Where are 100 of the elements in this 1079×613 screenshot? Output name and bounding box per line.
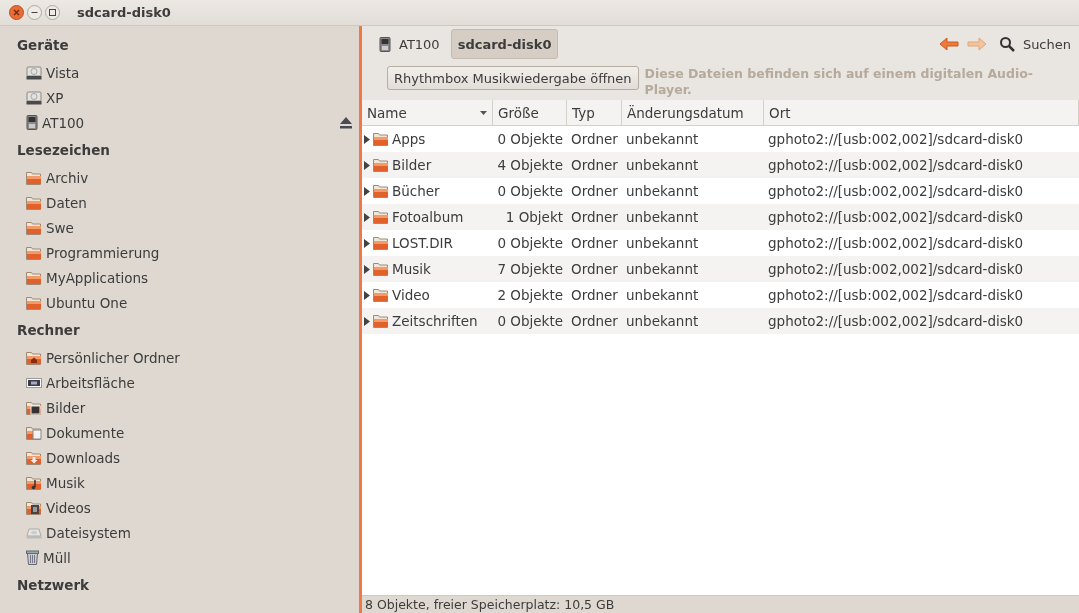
sidebar-item[interactable]: Ubuntu One xyxy=(0,290,359,315)
table-cell: unbekannt xyxy=(626,183,699,199)
table-cell: unbekannt xyxy=(626,261,699,277)
table-cell: gphoto2://[usb:002,002]/sdcard-disk0 xyxy=(768,287,1024,303)
sidebar-item[interactable]: Vista xyxy=(0,60,359,85)
sidebar-item[interactable]: XP xyxy=(0,85,359,110)
table-cell: 0 Objekte xyxy=(497,131,563,147)
music-folder-icon xyxy=(26,475,42,490)
table-cell: Bücher xyxy=(392,183,440,199)
table-cell: unbekannt xyxy=(626,157,699,173)
sidebar-item[interactable]: Archiv xyxy=(0,165,359,190)
sidebar-item[interactable]: Videos xyxy=(0,495,359,520)
expander-icon[interactable] xyxy=(364,212,370,222)
table-cell: Ordner xyxy=(571,235,618,251)
table-cell: gphoto2://[usb:002,002]/sdcard-disk0 xyxy=(768,235,1024,251)
table-cell: Ordner xyxy=(571,261,618,277)
folder-icon xyxy=(373,184,389,198)
desktop-icon xyxy=(26,376,42,389)
table-cell: Apps xyxy=(392,131,426,147)
table-cell: 0 Objekte xyxy=(497,183,563,199)
table-cell: gphoto2://[usb:002,002]/sdcard-disk0 xyxy=(768,157,1024,173)
videos-folder-icon xyxy=(26,500,42,515)
search-icon xyxy=(998,36,1015,52)
table-cell: LOST.DIR xyxy=(392,235,453,251)
table-cell: Zeitschriften xyxy=(392,313,478,329)
sidebar-heading: Geräte xyxy=(17,37,69,53)
table-cell: unbekannt xyxy=(626,287,699,303)
documents-folder-icon xyxy=(26,425,42,440)
sidebar-item[interactable]: MyApplications xyxy=(0,265,359,290)
table-cell: Fotoalbum xyxy=(392,209,464,225)
table-cell: unbekannt xyxy=(626,235,699,251)
expander-icon[interactable] xyxy=(364,290,370,300)
info-message: Diese Dateien befinden sich auf einem digitalen Audio-Player. xyxy=(644,66,1034,98)
sidebar-item[interactable]: Daten xyxy=(0,190,359,215)
table-cell: gphoto2://[usb:002,002]/sdcard-disk0 xyxy=(768,131,1024,147)
table-cell: Ordner xyxy=(571,287,618,303)
table-cell: Ordner xyxy=(571,209,618,225)
path-button[interactable]: sdcard-disk0 xyxy=(450,29,559,59)
column-header[interactable]: Typ xyxy=(567,100,622,126)
expander-icon[interactable] xyxy=(364,264,370,274)
expander-icon[interactable] xyxy=(364,316,370,326)
table-cell: 0 Objekte xyxy=(497,313,563,329)
sidebar-heading: Lesezeichen xyxy=(17,142,110,158)
sidebar-item[interactable]: AT100 xyxy=(0,110,359,135)
expander-icon[interactable] xyxy=(364,160,370,170)
minimize-icon xyxy=(31,9,38,16)
minimize-button[interactable] xyxy=(27,5,42,20)
sidebar-item[interactable]: Persönlicher Ordner xyxy=(0,345,359,370)
home-folder-icon xyxy=(26,350,42,365)
sidebar-heading: Rechner xyxy=(17,322,80,338)
media-player-icon xyxy=(26,115,38,130)
sort-arrow-icon xyxy=(480,110,487,115)
folder-icon xyxy=(373,210,389,224)
close-icon xyxy=(13,9,20,16)
sidebar-item[interactable]: Downloads xyxy=(0,445,359,470)
table-cell: 7 Objekte xyxy=(497,261,563,277)
sidebar-item[interactable]: Swe xyxy=(0,215,359,240)
expander-icon[interactable] xyxy=(364,186,370,196)
table-cell: Ordner xyxy=(571,157,618,173)
open-player-button[interactable]: Rhythmbox Musikwiedergabe öffnen xyxy=(387,66,639,90)
table-cell: 1 Objekt xyxy=(505,209,563,225)
folder-icon xyxy=(26,195,42,210)
folder-icon xyxy=(26,295,42,310)
search-button[interactable]: Suchen xyxy=(992,36,1071,52)
table-cell: 0 Objekte xyxy=(497,235,563,251)
eject-icon[interactable] xyxy=(339,116,353,129)
table-cell: gphoto2://[usb:002,002]/sdcard-disk0 xyxy=(768,183,1024,199)
table-cell: Ordner xyxy=(571,313,618,329)
table-cell: unbekannt xyxy=(626,131,699,147)
sidebar-item[interactable]: Musik xyxy=(0,470,359,495)
sidebar-item[interactable]: Dokumente xyxy=(0,420,359,445)
column-header[interactable]: Änderungsdatum xyxy=(622,100,764,126)
hard-drive-icon xyxy=(26,65,42,80)
folder-icon xyxy=(26,245,42,260)
sidebar-item[interactable]: Programmierung xyxy=(0,240,359,265)
sidebar-item[interactable]: Bilder xyxy=(0,395,359,420)
table-cell: gphoto2://[usb:002,002]/sdcard-disk0 xyxy=(768,209,1024,225)
expander-icon[interactable] xyxy=(364,238,370,248)
column-header[interactable]: Name xyxy=(362,100,493,126)
sidebar-item[interactable]: Arbeitsfläche xyxy=(0,370,359,395)
folder-icon xyxy=(373,288,389,302)
path-button[interactable]: AT100 xyxy=(372,29,447,59)
column-header[interactable]: Größe xyxy=(493,100,567,126)
downloads-folder-icon xyxy=(26,450,42,465)
sidebar-item[interactable]: Müll xyxy=(0,545,359,570)
table-cell: unbekannt xyxy=(626,209,699,225)
hard-drive-icon xyxy=(26,90,42,105)
expander-icon[interactable] xyxy=(364,134,370,144)
close-button[interactable] xyxy=(9,5,24,20)
table-cell: Ordner xyxy=(571,131,618,147)
pictures-folder-icon xyxy=(26,400,42,415)
sidebar-item[interactable]: Dateisystem xyxy=(0,520,359,545)
table-cell: gphoto2://[usb:002,002]/sdcard-disk0 xyxy=(768,313,1024,329)
folder-icon xyxy=(26,270,42,285)
column-header[interactable]: Ort xyxy=(764,100,1079,126)
table-cell: Musik xyxy=(392,261,431,277)
maximize-button[interactable] xyxy=(45,5,60,20)
media-player-icon xyxy=(379,36,391,52)
folder-icon xyxy=(373,262,389,276)
folder-icon xyxy=(373,236,389,250)
